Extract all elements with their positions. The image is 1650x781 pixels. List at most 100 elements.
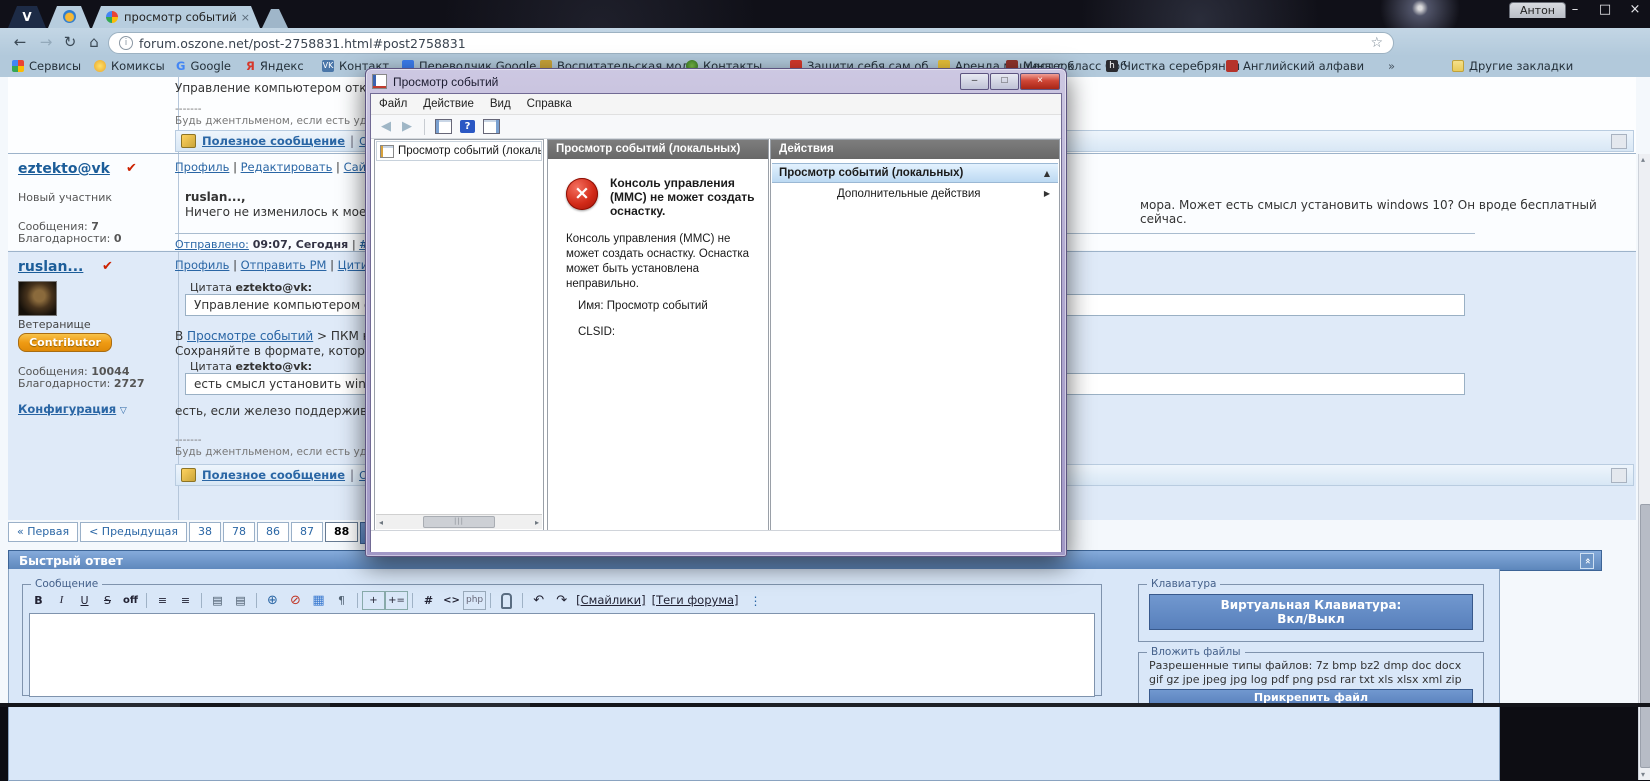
profile-link[interactable]: Профиль bbox=[175, 258, 229, 272]
scroll-down-icon[interactable]: ▾ bbox=[1641, 770, 1645, 779]
collapse-icon[interactable]: « bbox=[1580, 553, 1594, 569]
page-87[interactable]: 87 bbox=[291, 522, 323, 542]
scrollbar-thumb[interactable] bbox=[1640, 504, 1650, 768]
bookmark-comics[interactable]: Комиксы bbox=[94, 58, 165, 74]
hash-button[interactable]: # bbox=[417, 591, 440, 610]
pinned-tab-v[interactable]: V bbox=[8, 6, 46, 28]
toolbar-drag-handle[interactable]: ⋮ bbox=[750, 594, 762, 608]
bookmark-english[interactable]: Английский алфави bbox=[1226, 58, 1364, 74]
remove-link-icon[interactable]: ⊘ bbox=[284, 591, 307, 610]
scroll-left-icon[interactable]: ◂ bbox=[376, 518, 386, 527]
restore-button[interactable]: □ bbox=[1590, 2, 1620, 17]
tree-h-scrollbar[interactable]: ◂ ||| ▸ bbox=[376, 514, 542, 529]
smilies-link[interactable]: [Смайлики] bbox=[573, 591, 648, 610]
back-icon[interactable]: ← bbox=[8, 33, 32, 51]
bold-button[interactable]: B bbox=[27, 591, 50, 610]
h-scroll-thumb[interactable]: ||| bbox=[423, 516, 495, 528]
page-78[interactable]: 78 bbox=[223, 522, 255, 542]
config-arrow-icon[interactable]: ▽ bbox=[120, 406, 127, 416]
contributor-badge[interactable]: Contributor bbox=[18, 333, 112, 352]
expand-arrow-icon[interactable]: ▶ bbox=[1044, 189, 1050, 198]
unordered-list-icon[interactable]: ▤ bbox=[229, 591, 252, 610]
other-bookmarks-button[interactable]: Другие закладки bbox=[1452, 58, 1573, 74]
profile-button[interactable]: Антон bbox=[1509, 2, 1566, 18]
tree-root-item[interactable]: Просмотр событий (локальны bbox=[376, 141, 542, 161]
menu-file[interactable]: Файл bbox=[371, 98, 415, 110]
bookmarks-overflow-chevron[interactable]: » bbox=[1388, 58, 1395, 74]
pinned-tab-icon[interactable] bbox=[48, 6, 90, 28]
undo-icon[interactable]: ↶ bbox=[527, 591, 550, 610]
mmc-title-bar[interactable]: Просмотр событий – □ × bbox=[372, 72, 1060, 91]
profile-link[interactable]: Профиль bbox=[175, 160, 229, 174]
menu-action[interactable]: Действие bbox=[415, 98, 482, 110]
ordered-list-icon[interactable]: ▤ bbox=[206, 591, 229, 610]
reload-icon[interactable]: ↻ bbox=[58, 33, 82, 51]
scroll-right-icon[interactable]: ▸ bbox=[532, 518, 542, 527]
sent-link[interactable]: Отправлено: bbox=[175, 238, 249, 251]
action-more-row[interactable]: Дополнительные действия ▶ bbox=[772, 185, 1058, 202]
page-86[interactable]: 86 bbox=[257, 522, 289, 542]
menu-view[interactable]: Вид bbox=[482, 98, 519, 110]
author-link[interactable]: eztekto@vk bbox=[18, 161, 110, 177]
code-button[interactable]: <> bbox=[440, 591, 463, 610]
nav-back-icon[interactable]: ◀ bbox=[371, 119, 396, 134]
mmc-maximize-button[interactable]: □ bbox=[990, 73, 1019, 90]
close-button[interactable]: × bbox=[1620, 2, 1650, 17]
forum-tags-link[interactable]: [Теги форума] bbox=[649, 591, 742, 610]
avatar[interactable] bbox=[18, 281, 57, 316]
insert-link-icon[interactable]: ⊕ bbox=[261, 591, 284, 610]
expand-button[interactable]: + bbox=[362, 591, 385, 610]
console-tree-icon[interactable] bbox=[435, 119, 452, 134]
mmc-minimize-button[interactable]: – bbox=[960, 73, 989, 90]
site-info-icon[interactable]: i bbox=[119, 36, 133, 50]
action-pane-icon[interactable] bbox=[483, 119, 500, 134]
quote-button-icon[interactable] bbox=[1611, 134, 1627, 149]
nav-forward-icon[interactable]: ▶ bbox=[396, 119, 418, 134]
taskbar-edge[interactable] bbox=[0, 703, 1650, 707]
underline-button[interactable]: U bbox=[73, 591, 96, 610]
useful-link[interactable]: Полезное сообщение bbox=[202, 134, 345, 148]
forward-icon[interactable]: → bbox=[34, 33, 58, 51]
bookmark-star-icon[interactable]: ☆ bbox=[1370, 35, 1383, 51]
new-tab-button[interactable] bbox=[262, 9, 288, 28]
bookmark-silver[interactable]: h Чистка серебряной bbox=[1106, 58, 1240, 74]
page-first[interactable]: « Первая bbox=[8, 522, 78, 542]
off-button[interactable]: off bbox=[119, 591, 142, 610]
pm-link[interactable]: Отправить PM bbox=[241, 258, 327, 272]
message-textarea[interactable] bbox=[29, 613, 1095, 697]
edit-link[interactable]: Редактировать bbox=[241, 160, 333, 174]
address-bar[interactable]: i forum.oszone.net/post-2758831.html#pos… bbox=[108, 32, 1394, 54]
virtual-keyboard-button[interactable]: Виртуальная Клавиатура: Вкл/Выкл bbox=[1149, 594, 1473, 630]
redo-icon[interactable]: ↷ bbox=[550, 591, 573, 610]
align-right-icon[interactable]: ≡ bbox=[174, 591, 197, 610]
mmc-close-button[interactable]: × bbox=[1020, 73, 1060, 90]
bookmark-yandex[interactable]: Я Яндекс bbox=[246, 58, 304, 74]
page-prev[interactable]: < Предыдущая bbox=[80, 522, 187, 542]
home-icon[interactable]: ⌂ bbox=[82, 33, 106, 51]
scroll-up-icon[interactable]: ▴ bbox=[1641, 155, 1645, 164]
config-link[interactable]: Конфигурация bbox=[18, 402, 116, 416]
author-link[interactable]: ruslan... bbox=[18, 259, 83, 275]
align-center-icon[interactable]: ≡ bbox=[151, 591, 174, 610]
expand-eq-button[interactable]: += bbox=[385, 591, 408, 610]
bookmark-services[interactable]: Сервисы bbox=[12, 58, 81, 74]
page-current[interactable]: 88 bbox=[325, 522, 358, 542]
help-icon[interactable]: ? bbox=[460, 120, 475, 133]
attach-icon[interactable] bbox=[495, 591, 518, 610]
useful-link[interactable]: Полезное сообщение bbox=[202, 468, 345, 482]
active-tab[interactable]: просмотр событий сто × bbox=[92, 6, 260, 28]
tab-close-icon[interactable]: × bbox=[241, 11, 250, 24]
insert-quote-icon[interactable]: ¶ bbox=[330, 591, 353, 610]
page-38[interactable]: 38 bbox=[189, 522, 221, 542]
action-selected-row[interactable]: Просмотр событий (локальных) ▲ bbox=[772, 163, 1058, 183]
page-scrollbar[interactable]: ▴ ▾ bbox=[1638, 154, 1650, 780]
italic-button[interactable]: I bbox=[50, 591, 73, 610]
bookmark-google[interactable]: G Google bbox=[176, 58, 231, 74]
menu-help[interactable]: Справка bbox=[519, 98, 580, 110]
insert-image-icon[interactable]: ▦ bbox=[307, 591, 330, 610]
php-button[interactable]: php bbox=[463, 591, 486, 610]
quote-button-icon[interactable] bbox=[1611, 468, 1627, 483]
strike-button[interactable]: S bbox=[96, 591, 119, 610]
event-viewer-link[interactable]: Просмотре событий bbox=[187, 329, 313, 343]
collapse-arrow-icon[interactable]: ▲ bbox=[1044, 169, 1050, 178]
